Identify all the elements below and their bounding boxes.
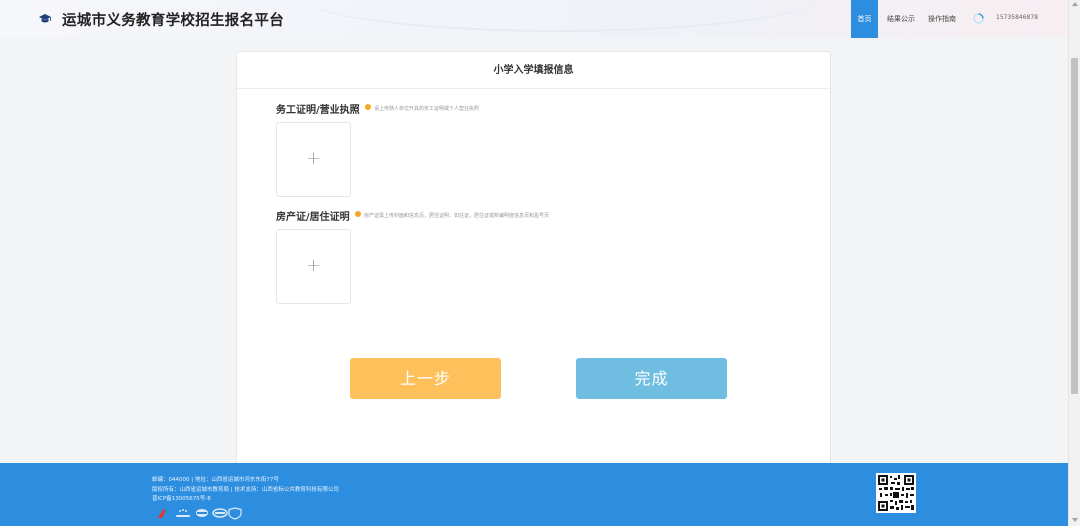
plus-icon: + [305, 255, 322, 276]
chevron-down-icon[interactable]: ⌄ [1034, 12, 1040, 20]
header-decoration [300, 0, 820, 32]
scroll-up-icon[interactable] [1072, 2, 1078, 6]
nav-home[interactable]: 首页 [851, 0, 878, 38]
site-footer: 邮编：044000 | 地址：山西省运城市河东东街77号 版权所有：山西省运城市… [0, 463, 1068, 526]
house-proof-upload[interactable]: + [276, 229, 351, 304]
work-proof-upload[interactable]: + [276, 122, 351, 197]
footer-address: 邮编：044000 | 地址：山西省运城市河东东街77号 [152, 477, 279, 483]
house-proof-hint: 房产证需上传封面和信息页，居住证明：如住证，居住证或新编明度信息页和盈号页 [364, 213, 550, 219]
scroll-down-icon[interactable] [1072, 518, 1078, 522]
info-icon [365, 104, 371, 110]
partner-logo-badge-icon [196, 509, 208, 517]
footer-copyright: 版权所有：山西省运城市教育局 | 技术支持：山西省标公共教育科技有限公司 [152, 487, 339, 493]
card-title: 小学入学填报信息 [237, 52, 830, 89]
finish-button[interactable]: 完成 [576, 358, 727, 399]
house-proof-label: 房产证/居住证明 [276, 212, 350, 223]
partner-logo-red-icon [158, 508, 165, 518]
qr-code [876, 473, 916, 513]
partner-logo-oval-icon [212, 508, 228, 518]
work-proof-hint: 请上传随人单位开具的务工证明或个人营业执照 [374, 106, 480, 112]
plus-icon: + [305, 148, 322, 169]
info-icon [355, 211, 361, 217]
form-card: 小学入学填报信息 务工证明/营业执照 请上传随人单位开具的务工证明或个人营业执照… [236, 51, 831, 481]
user-phone[interactable]: 15735846878 [996, 14, 1038, 21]
nav-guide[interactable]: 操作指南 [928, 0, 956, 38]
shield-icon [228, 507, 242, 520]
scroll-thumb[interactable] [1071, 58, 1078, 394]
graduation-cap-icon [39, 14, 51, 23]
page-scrollbar[interactable] [1068, 0, 1080, 526]
partner-logos [158, 507, 242, 520]
prev-step-button[interactable]: 上一步 [350, 358, 501, 399]
site-title: 运城市义务教育学校招生报名平台 [62, 13, 284, 29]
work-proof-label: 务工证明/营业执照 [276, 105, 360, 116]
partner-logo-dots-icon [176, 509, 190, 517]
avatar[interactable] [973, 13, 984, 24]
top-header: 运城市义务教育学校招生报名平台 首页 结果公示 操作指南 15735846878… [0, 0, 1068, 38]
footer-icp[interactable]: 晋ICP备13005675号-8 [152, 494, 211, 502]
nav-results[interactable]: 结果公示 [887, 0, 915, 38]
